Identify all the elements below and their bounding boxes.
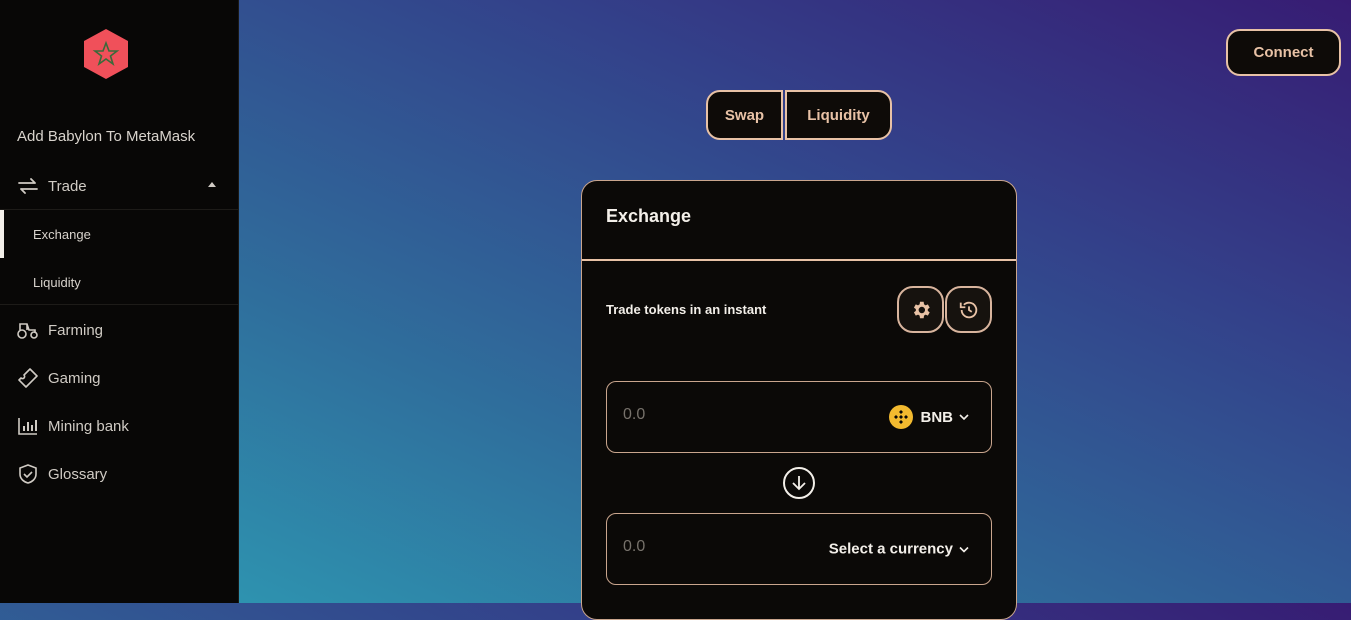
logo-hexagon-icon[interactable] [81, 28, 131, 80]
to-token-selector[interactable]: Select a currency [829, 541, 969, 558]
shield-check-icon [17, 463, 39, 485]
history-icon [959, 301, 977, 318]
sidebar-item-label: Farming [48, 321, 104, 339]
switch-direction-button[interactable] [783, 467, 815, 499]
active-indicator [0, 210, 4, 258]
exchange-card: Exchange Trade tokens in an instant 0.0 … [581, 180, 1017, 620]
sidebar-subitem-exchange[interactable]: Exchange [0, 210, 238, 258]
tractor-icon [17, 319, 39, 341]
card-header: Exchange [582, 181, 1016, 261]
to-currency-field[interactable]: 0.0 Select a currency [606, 513, 992, 585]
sidebar-item-gaming[interactable]: Gaming [0, 354, 238, 402]
sidebar-item-label: Mining bank [48, 417, 129, 435]
caret-up-icon [208, 182, 216, 187]
sidebar-item-mining-bank[interactable]: Mining bank [0, 402, 238, 450]
select-currency-label: Select a currency [828, 540, 953, 558]
from-amount-input[interactable]: 0.0 [623, 406, 645, 424]
settings-button[interactable] [897, 286, 944, 333]
sidebar-subitem-liquidity[interactable]: Liquidity [0, 258, 238, 306]
from-currency-field[interactable]: 0.0 BNB [606, 381, 992, 453]
gear-icon [913, 301, 930, 318]
add-to-metamask-link[interactable]: Add Babylon To MetaMask [17, 128, 195, 145]
tab-swap[interactable]: Swap [706, 90, 783, 140]
tab-liquidity[interactable]: Liquidity [785, 90, 892, 140]
to-amount-input[interactable]: 0.0 [623, 538, 645, 556]
arrow-down-icon [792, 476, 806, 491]
chevron-down-icon [959, 414, 969, 420]
sidebar-subitem-label: Exchange [33, 226, 91, 242]
bnb-icon [888, 405, 913, 429]
card-subtitle: Trade tokens in an instant [606, 302, 767, 317]
sidebar: Add Babylon To MetaMask Trade Exchange L… [0, 0, 239, 603]
trade-submenu: Exchange Liquidity [0, 209, 238, 305]
sidebar-item-label: Trade [48, 177, 87, 195]
sidebar-item-glossary[interactable]: Glossary [0, 450, 238, 498]
swap-arrows-icon [17, 175, 39, 197]
bar-chart-icon [17, 415, 39, 437]
chevron-down-icon [959, 546, 969, 552]
sidebar-item-farming[interactable]: Farming [0, 306, 238, 354]
sidebar-item-trade[interactable]: Trade [0, 162, 238, 210]
sidebar-subitem-label: Liquidity [33, 274, 81, 290]
from-token-selector[interactable]: BNB [888, 405, 970, 429]
sidebar-item-label: Glossary [48, 465, 108, 483]
sidebar-item-label: Gaming [48, 369, 101, 387]
card-title: Exchange [606, 206, 692, 226]
connect-button[interactable]: Connect [1226, 29, 1341, 76]
from-token-label: BNB [920, 408, 954, 426]
ticket-icon [17, 367, 39, 389]
history-button[interactable] [945, 286, 992, 333]
